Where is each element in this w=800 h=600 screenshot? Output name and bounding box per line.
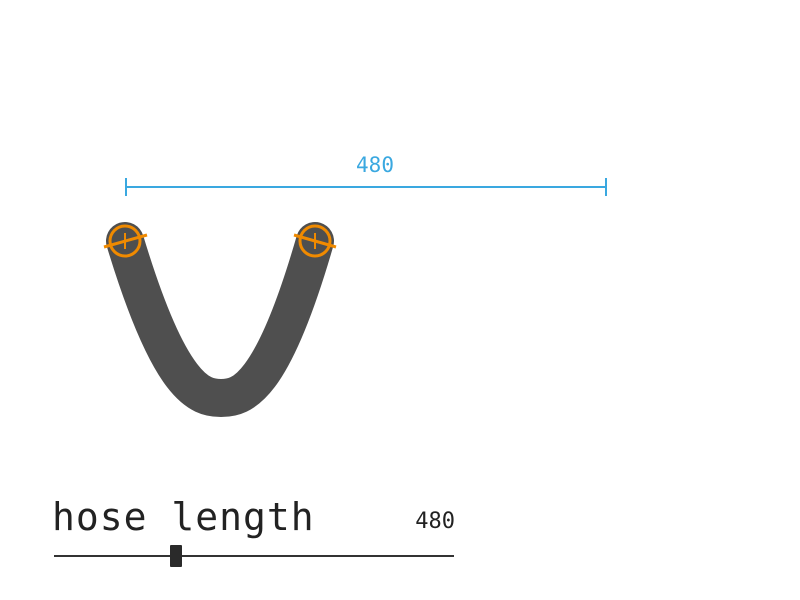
dimension-label: 480 [356,153,394,177]
hose [106,222,334,418]
slider-thumb[interactable] [170,545,182,567]
hose-length-slider[interactable] [54,555,454,557]
hose-length-label: hose length [52,495,315,539]
length-dimension: 480 [125,153,607,196]
hose-length-value: 480 [415,509,455,534]
